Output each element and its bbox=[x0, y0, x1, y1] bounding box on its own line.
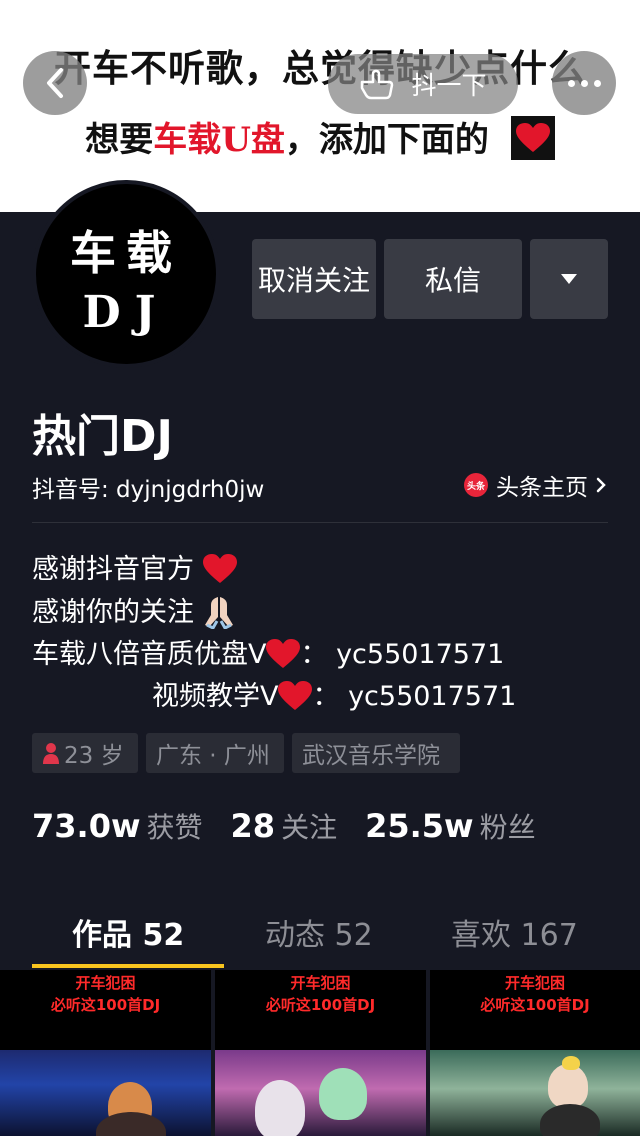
thumbnail-title-line-1: 开车犯困 bbox=[504, 974, 565, 992]
bio-line-3-suffix: ： yc55017571 bbox=[300, 639, 505, 670]
bio-line-4: 视频教学V ： yc55017571 bbox=[152, 674, 516, 713]
thumbnail-title-line-2: 必听这100首DJ bbox=[480, 996, 590, 1014]
thumbnail-title-line-1: 开车犯困 bbox=[290, 974, 351, 992]
banner-line-2: 想要车载U盘，添加下面的 bbox=[0, 112, 640, 164]
tab-dynamic[interactable]: 动态 52 bbox=[265, 910, 373, 954]
fans-label[interactable]: 粉丝 bbox=[480, 806, 536, 846]
avatar-text-line-1: 车载 bbox=[70, 225, 182, 280]
toutiao-logo-icon: 头条 bbox=[464, 473, 488, 497]
bio-line-1-text: 感谢抖音官方 bbox=[32, 554, 194, 585]
video-thumbnail[interactable]: 开车犯困 必听这100首DJ bbox=[0, 970, 211, 1136]
video-thumbnail[interactable]: 开车犯困 必听这100首DJ bbox=[430, 970, 640, 1136]
fans-count[interactable]: 25.5w bbox=[365, 807, 474, 845]
banner-highlight: 车载U盘 bbox=[153, 120, 285, 160]
following-count[interactable]: 28 bbox=[231, 807, 276, 845]
banner-line-2-suffix: ，添加下面的 bbox=[284, 120, 489, 160]
bio-line-2: 感谢你的关注 bbox=[32, 590, 235, 631]
school-tag[interactable]: 武汉音乐学院 bbox=[292, 733, 460, 773]
bio-line-4-suffix: ： yc55017571 bbox=[312, 681, 517, 712]
bio-line-2-text: 感谢你的关注 bbox=[32, 597, 194, 628]
divider bbox=[32, 522, 608, 523]
hand-point-icon bbox=[361, 69, 394, 100]
tab-works[interactable]: 作品 52 bbox=[72, 910, 184, 954]
back-button[interactable] bbox=[23, 51, 87, 115]
heart-emoji-icon bbox=[266, 638, 301, 668]
tab-likes[interactable]: 喜欢 167 bbox=[451, 910, 578, 954]
more-dots-icon bbox=[567, 79, 601, 87]
age-text: 23 岁 bbox=[64, 743, 124, 769]
video-thumbnail[interactable]: 开车犯困 必听这100首DJ bbox=[215, 970, 426, 1136]
avatar[interactable]: 车载 DJ bbox=[32, 180, 220, 368]
praying-hands-emoji-icon bbox=[204, 596, 233, 629]
bio-line-3: 车载八倍音质优盘V ： yc55017571 bbox=[32, 632, 504, 671]
caret-down-icon bbox=[561, 274, 577, 284]
thumbnail-image bbox=[215, 1050, 426, 1136]
promo-banner: 开车不听歌，总觉得缺少点什么 想要车载U盘，添加下面的 bbox=[0, 0, 640, 212]
heart-emoji-icon bbox=[278, 680, 313, 710]
douyin-shake-label: 抖一下 bbox=[411, 71, 487, 100]
bio-line-4-prefix: 视频教学V bbox=[152, 681, 279, 712]
chevron-left-icon bbox=[47, 68, 63, 98]
chevron-right-icon bbox=[596, 477, 606, 493]
toutiao-link-label: 头条主页 bbox=[496, 475, 588, 501]
more-options-button[interactable] bbox=[552, 51, 616, 115]
thumbnail-title-line-2: 必听这100首DJ bbox=[50, 996, 161, 1014]
toutiao-homepage-link[interactable]: 头条 头条主页 bbox=[464, 468, 606, 502]
douyin-id[interactable]: 抖音号: dyjnjgdrh0jw bbox=[32, 470, 264, 504]
likes-label: 获赞 bbox=[146, 811, 203, 844]
banner-line-2-prefix: 想要 bbox=[85, 120, 154, 160]
bio-line-3-prefix: 车载八倍音质优盘V bbox=[32, 639, 267, 670]
message-button[interactable]: 私信 bbox=[384, 239, 522, 319]
person-icon bbox=[43, 743, 59, 764]
unfollow-button[interactable]: 取消关注 bbox=[252, 239, 376, 319]
thumbnail-image bbox=[0, 1050, 211, 1136]
recommend-dropdown-button[interactable] bbox=[530, 239, 608, 319]
active-tab-indicator bbox=[32, 964, 224, 968]
avatar-text-line-2: DJ bbox=[82, 286, 170, 338]
thumbnail-image bbox=[430, 1050, 640, 1136]
douyin-shake-button[interactable]: 抖一下 bbox=[328, 54, 518, 114]
heart-emoji-icon bbox=[510, 116, 555, 160]
following-label[interactable]: 关注 bbox=[281, 806, 337, 846]
bio-line-1: 感谢抖音官方 bbox=[32, 547, 237, 586]
thumbnail-title-line-2: 必听这100首DJ bbox=[265, 996, 376, 1014]
likes-count: 73.0w bbox=[32, 807, 141, 845]
heart-emoji-icon bbox=[202, 553, 237, 583]
nickname: 热门DJ bbox=[32, 411, 173, 462]
stats-row: 73.0w 获赞 28 关注 25.5w 粉丝 bbox=[32, 806, 564, 846]
age-tag: 23 岁 bbox=[32, 733, 138, 773]
banner-line-1: 开车不听歌，总觉得缺少点什么 bbox=[54, 46, 586, 90]
location-tag: 广东 · 广州 bbox=[146, 733, 284, 773]
thumbnail-title-line-1: 开车犯困 bbox=[75, 974, 136, 992]
